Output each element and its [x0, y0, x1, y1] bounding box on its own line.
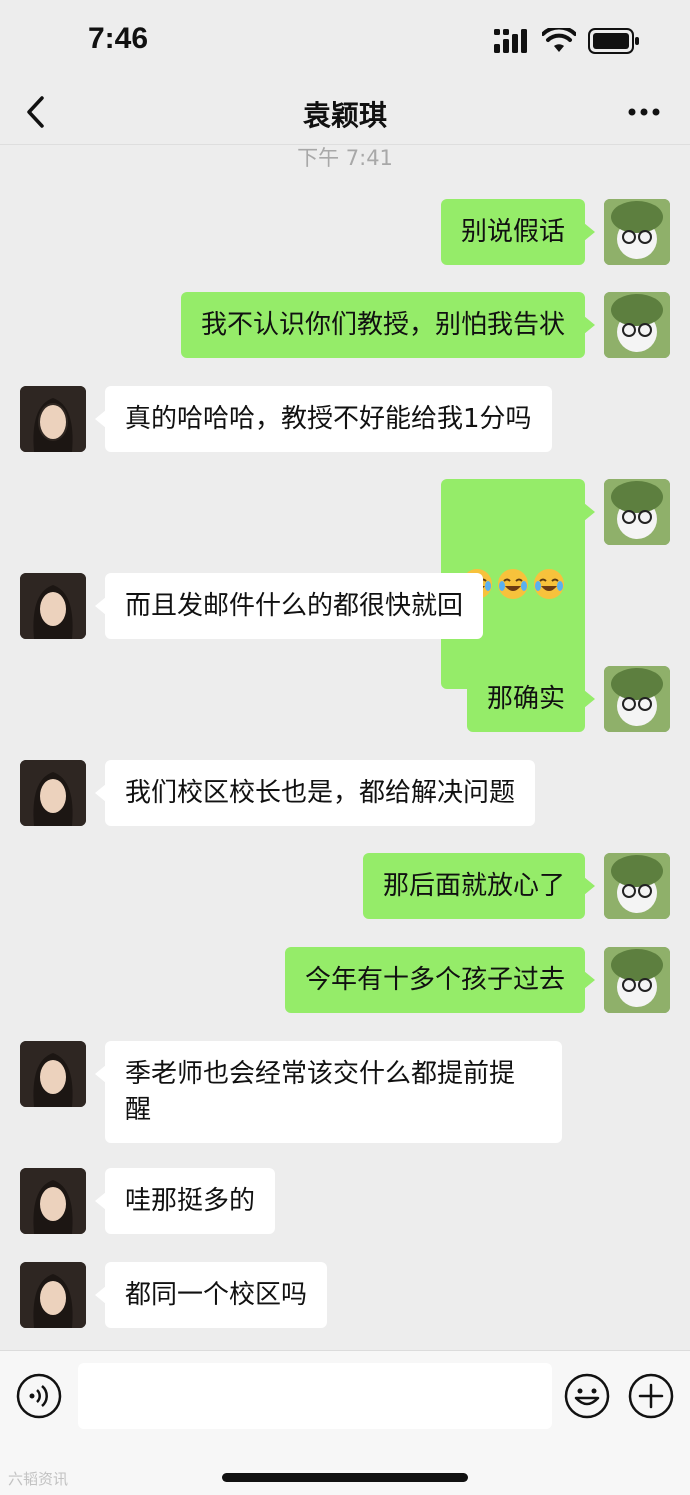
- received-message-bubble[interactable]: 而且发邮件什么的都很快就回: [94, 573, 484, 639]
- my-avatar[interactable]: [604, 199, 670, 265]
- sent-message-bubble[interactable]: 那确实: [466, 666, 596, 732]
- wifi-icon: [542, 28, 576, 52]
- message-timestamp: 下午 7:41: [297, 146, 393, 170]
- battery-icon: [588, 28, 639, 54]
- home-indicator[interactable]: [222, 1473, 468, 1482]
- received-message-bubble[interactable]: 真的哈哈哈，教授不好能给我1分吗: [95, 386, 552, 452]
- contact-avatar[interactable]: [20, 760, 86, 826]
- chat-title: 袁颖琪: [302, 99, 387, 132]
- my-avatar[interactable]: [604, 666, 670, 732]
- sent-message-bubble[interactable]: 别说假话: [440, 199, 596, 265]
- watermark: 六韬资讯: [8, 1470, 69, 1488]
- status-bar: 7:46: [0, 0, 690, 80]
- more-options-icon[interactable]: [626, 98, 662, 126]
- cellular-signal-icon: [494, 29, 527, 53]
- crying-laughing-emoji-icon: [498, 569, 528, 599]
- received-message-bubble[interactable]: 我们校区校长也是，都给解决问题: [94, 760, 536, 826]
- received-message-bubble[interactable]: 都同一个校区吗: [94, 1262, 328, 1328]
- status-icons: [494, 28, 640, 54]
- status-time: 7:46: [88, 22, 149, 55]
- my-avatar[interactable]: [604, 292, 670, 358]
- emoji-picker-icon[interactable]: [564, 1373, 610, 1419]
- contact-avatar[interactable]: [20, 573, 86, 639]
- my-avatar[interactable]: [604, 853, 670, 919]
- sent-message-bubble[interactable]: 我不认识你们教授，别怕我告状: [180, 292, 596, 358]
- chat-header: 袁颖琪: [0, 80, 690, 145]
- sent-message-bubble[interactable]: 那后面就放心了: [362, 853, 596, 919]
- contact-avatar[interactable]: [20, 1041, 86, 1107]
- contact-avatar[interactable]: [20, 1168, 86, 1234]
- crying-laughing-emoji-icon: [534, 569, 564, 599]
- more-functions-plus-icon[interactable]: [628, 1373, 674, 1419]
- contact-avatar[interactable]: [20, 386, 86, 452]
- received-message-bubble[interactable]: 哇那挺多的: [94, 1168, 276, 1234]
- received-message-bubble[interactable]: 季老师也会经常该交什么都提前提 醒: [95, 1041, 562, 1143]
- my-avatar[interactable]: [604, 479, 670, 545]
- sent-message-bubble[interactable]: 今年有十多个孩子过去: [284, 947, 596, 1013]
- voice-input-icon[interactable]: [16, 1373, 62, 1419]
- my-avatar[interactable]: [604, 947, 670, 1013]
- message-text-input[interactable]: [78, 1363, 552, 1429]
- contact-avatar[interactable]: [20, 1262, 86, 1328]
